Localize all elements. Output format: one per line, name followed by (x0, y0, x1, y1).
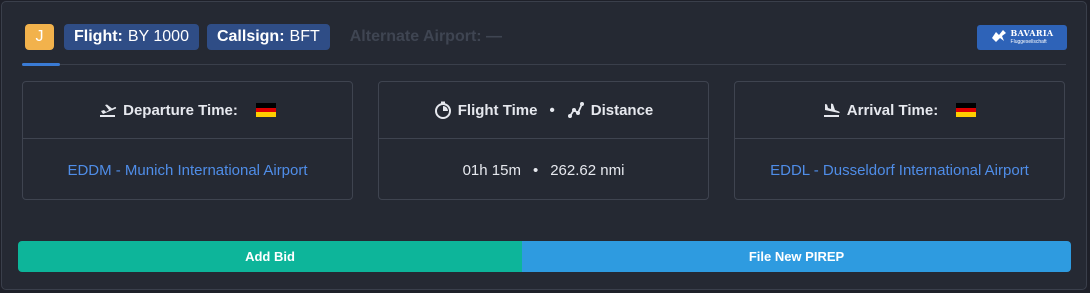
departure-airport-link[interactable]: EDDM - Munich International Airport (67, 162, 307, 179)
header-separator: • (549, 101, 555, 119)
flight-label: Flight: (74, 28, 123, 45)
logo-title: BAVARIA (1010, 27, 1054, 38)
arrival-header: Arrival Time: (735, 82, 1064, 139)
germany-flag-icon (956, 103, 977, 118)
flight-time-value: 01h 15m (462, 161, 521, 179)
arrival-airport-link[interactable]: EDDL - Dusseldorf International Airport (770, 162, 1029, 179)
departure-title: Departure Time: (123, 101, 238, 119)
rank-badge: J (25, 24, 54, 50)
germany-flag-icon (255, 103, 276, 118)
callsign-label: Callsign: (216, 28, 285, 45)
alternate-airport: Alternate Airport: — (349, 28, 503, 45)
file-pirep-button[interactable]: File New PIREP (522, 241, 1071, 272)
callsign-tag: Callsign: BFT (206, 24, 330, 50)
active-tab-indicator (22, 63, 60, 66)
departure-body: EDDM - Munich International Airport (23, 139, 352, 201)
flight-time-label: Flight Time (457, 101, 538, 119)
griffin-icon (991, 29, 1007, 46)
add-bid-button[interactable]: Add Bid (18, 241, 522, 272)
logo-subtitle: Fluggesellschaft (1010, 38, 1047, 45)
arrival-panel: Arrival Time: EDDL - Dusseldorf Internat… (734, 81, 1065, 200)
flight-info-body: 01h 15m • 262.62 nmi (379, 139, 708, 201)
airline-logo: BAVARIA Fluggesellschaft (977, 25, 1067, 50)
distance-value: 262.62 nmi (550, 161, 625, 179)
arrival-body: EDDL - Dusseldorf International Airport (735, 139, 1064, 201)
plane-arrival-icon (823, 101, 841, 119)
stopwatch-icon (434, 101, 452, 119)
plane-departure-icon (99, 101, 117, 119)
route-icon (567, 101, 585, 119)
departure-panel: Departure Time: EDDM - Munich Internatio… (22, 81, 353, 200)
arrival-title: Arrival Time: (846, 101, 939, 119)
departure-header: Departure Time: (23, 82, 352, 139)
flight-number-tag: Flight: BY 1000 (64, 24, 199, 50)
tab-divider (22, 64, 1066, 65)
distance-label: Distance (590, 101, 654, 119)
flight-info-panel: Flight Time • Distance 01h 15m • 262.62 … (378, 81, 709, 200)
flight-number: BY 1000 (127, 28, 189, 45)
flight-info-header: Flight Time • Distance (379, 82, 708, 139)
callsign-value: BFT (289, 28, 320, 45)
value-separator: • (532, 161, 539, 179)
flight-header: J Flight: BY 1000 Callsign: BFT Alternat… (25, 24, 502, 50)
